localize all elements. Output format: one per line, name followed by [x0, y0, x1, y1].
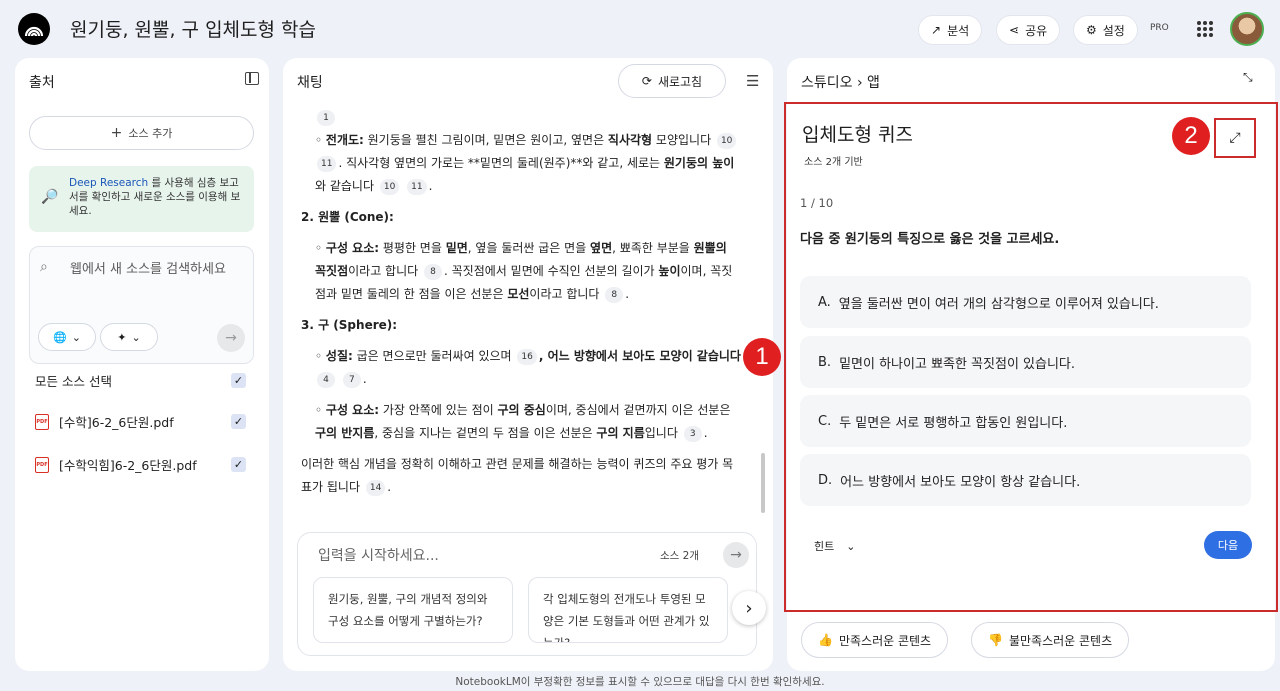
share-icon: ⋖: [1009, 23, 1020, 37]
fullscreen-button[interactable]: ⤢: [1214, 118, 1256, 158]
avatar[interactable]: [1230, 12, 1264, 46]
settings-button[interactable]: ⚙ 설정: [1073, 15, 1138, 45]
disclaimer-footer: NotebookLM이 부정확한 정보를 표시할 수 있으므로 대답을 다시 한…: [455, 676, 825, 688]
globe-icon: 🌐: [53, 330, 67, 344]
checkbox-checked-icon[interactable]: ✓: [231, 414, 246, 429]
search-magnifier-icon: 🔎: [41, 189, 59, 205]
chat-messages: 1 ◦ 전개도: 원기둥을 펼친 그림이며, 밑면은 원이고, 옆면은 직사각형…: [301, 106, 741, 526]
annotation-badge-1: 1: [743, 338, 781, 376]
bad-content-button[interactable]: 👎 불만족스러운 콘텐츠: [971, 622, 1130, 658]
citation-chip[interactable]: 14: [365, 479, 386, 496]
search-input[interactable]: 웹에서 새 소스를 검색하세요: [70, 259, 240, 280]
citation-chip[interactable]: 16: [517, 348, 537, 365]
quiz-option-b[interactable]: B. 밑면이 하나이고 뾰족한 꼭짓점이 있습니다.: [800, 336, 1251, 388]
citation-chip[interactable]: 4: [317, 371, 335, 388]
pro-badge: PRO: [1150, 23, 1169, 33]
notebook-title[interactable]: 원기둥, 원뿔, 구 입체도형 학습: [70, 15, 316, 42]
chat-scrollbar[interactable]: [761, 453, 765, 513]
citation-chip[interactable]: 8: [605, 286, 624, 303]
chevron-down-icon: ⌄: [846, 539, 856, 553]
quiz-title: 입체도형 퀴즈: [802, 124, 913, 146]
suggestion-chip[interactable]: 각 입체도형의 전개도나 투영된 모양은 기본 도형들과 어떤 관계가 있는가?: [528, 577, 728, 643]
checkbox-checked-icon[interactable]: ✓: [231, 457, 246, 472]
sparkle-search-icon: ✦: [117, 330, 127, 344]
next-button[interactable]: 다음: [1204, 531, 1252, 559]
quiz-option-c[interactable]: C. 두 밑면은 서로 평행하고 합동인 원입니다.: [800, 395, 1251, 447]
breadcrumb-studio[interactable]: 스튜디오: [801, 75, 853, 91]
web-source-search[interactable]: ⌕ 웹에서 새 소스를 검색하세요 🌐 ⌄ ✦ ⌄ →: [29, 246, 254, 364]
gear-icon: ⚙: [1086, 23, 1097, 37]
select-all-sources[interactable]: 모든 소스 선택 ✓: [35, 371, 246, 390]
notebooklm-logo-icon[interactable]: [18, 13, 50, 45]
citation-chip[interactable]: 10: [379, 178, 400, 195]
chat-panel: 채팅 ⟳ 새로고침 ☰ 1 ◦ 전개도: 원기둥을 펼친 그림이며, 밑면은 원…: [283, 58, 773, 671]
sidebar-toggle-icon[interactable]: [245, 72, 259, 85]
apps-grid-icon[interactable]: [1197, 21, 1213, 37]
annotation-badge-2: 2: [1172, 117, 1210, 155]
hint-toggle[interactable]: 힌트 ⌄: [814, 538, 855, 554]
tune-settings-icon[interactable]: ☰: [746, 72, 759, 90]
breadcrumb: 스튜디오 › 앱: [801, 72, 880, 92]
top-bar: 원기둥, 원뿔, 구 입체도형 학습 ↗ 분석 ⋖ 공유 ⚙ 설정 PRO: [0, 0, 1280, 58]
quiz-progress: 1 / 10: [800, 196, 834, 210]
citation-chip[interactable]: 3: [683, 425, 702, 442]
analyze-button[interactable]: ↗ 분석: [918, 15, 983, 45]
add-source-button[interactable]: + 소스 추가: [29, 116, 254, 150]
deep-research-link[interactable]: Deep Research: [69, 177, 148, 189]
cone-heading: 2. 원뿔 (Cone):: [301, 210, 394, 224]
chevron-down-icon: ⌄: [131, 330, 141, 344]
collapse-icon[interactable]: ⤡: [1243, 70, 1253, 85]
citation-chip[interactable]: 8: [424, 263, 443, 280]
thumbs-down-icon: 👎: [988, 633, 1003, 647]
deep-research-banner: 🔎 Deep Research 를 사용해 심층 보고서를 확인하고 새로운 소…: [29, 166, 254, 232]
thumbs-up-icon: 👍: [818, 633, 833, 647]
good-content-button[interactable]: 👍 만족스러운 콘텐츠: [801, 622, 949, 658]
citation-chip[interactable]: 11: [317, 155, 337, 172]
suggestion-chip[interactable]: 원기둥, 원뿔, 구의 개념적 정의와 구성 요소를 어떻게 구별하는가?: [313, 577, 513, 643]
refresh-button[interactable]: ⟳ 새로고침: [618, 64, 726, 98]
sources-panel: 출처 + 소스 추가 🔎 Deep Research 를 사용해 심층 보고서를…: [15, 58, 269, 671]
search-submit-button[interactable]: →: [217, 324, 245, 352]
quiz-option-a[interactable]: A. 옆을 둘러싼 면이 여러 개의 삼각형으로 이루어져 있습니다.: [800, 276, 1251, 328]
arrow-right-icon: →: [225, 330, 237, 346]
chevron-right-icon: ›: [856, 75, 868, 91]
research-mode-dropdown[interactable]: ✦ ⌄: [100, 323, 158, 351]
chat-title: 채팅: [297, 75, 323, 91]
web-source-dropdown[interactable]: 🌐 ⌄: [38, 323, 96, 351]
breadcrumb-app: 앱: [867, 75, 880, 91]
refresh-icon: ⟳: [641, 74, 652, 88]
chevron-right-icon: ›: [745, 597, 753, 619]
quiz-question: 다음 중 원기둥의 특징으로 옳은 것을 고르세요.: [800, 232, 1060, 247]
chevron-down-icon: ⌄: [71, 330, 81, 344]
sources-title: 출처: [29, 75, 55, 91]
quiz-subtitle: 소스 2개 기반: [804, 157, 863, 168]
trending-up-icon: ↗: [931, 23, 942, 37]
quiz-option-d[interactable]: D. 어느 방향에서 보아도 모양이 항상 같습니다.: [800, 454, 1251, 506]
search-icon: ⌕: [40, 259, 48, 275]
checkbox-checked-icon[interactable]: ✓: [231, 373, 246, 388]
share-button[interactable]: ⋖ 공유: [996, 15, 1061, 45]
citation-chip[interactable]: 7: [342, 371, 361, 388]
source-item[interactable]: PDF [수학]6-2_6단원.pdf ✓: [35, 412, 246, 431]
expand-icon: ⤢: [1229, 130, 1241, 146]
suggestions-next-button[interactable]: ›: [732, 591, 766, 625]
source-count: 소스 2개: [660, 550, 699, 562]
citation-chip[interactable]: 1: [317, 109, 335, 126]
pdf-file-icon: PDF: [35, 413, 49, 430]
source-item[interactable]: PDF [수학익힘]6-2_6단원.pdf ✓: [35, 455, 246, 474]
sphere-heading: 3. 구 (Sphere):: [301, 318, 398, 332]
chat-input[interactable]: 입력을 시작하세요...: [318, 545, 439, 565]
plus-icon: +: [110, 125, 123, 141]
send-button[interactable]: →: [723, 542, 749, 568]
pdf-file-icon: PDF: [35, 456, 49, 473]
citation-chip[interactable]: 11: [407, 178, 427, 195]
quiz-card: 입체도형 퀴즈 소스 2개 기반 ⤢ 1 / 10 다음 중 원기둥의 특징으로…: [784, 102, 1278, 612]
arrow-right-icon: →: [730, 547, 742, 563]
chat-input-box[interactable]: 입력을 시작하세요... 소스 2개 → 원기둥, 원뿔, 구의 개념적 정의와…: [297, 532, 766, 656]
citation-chip[interactable]: 10: [716, 132, 737, 149]
